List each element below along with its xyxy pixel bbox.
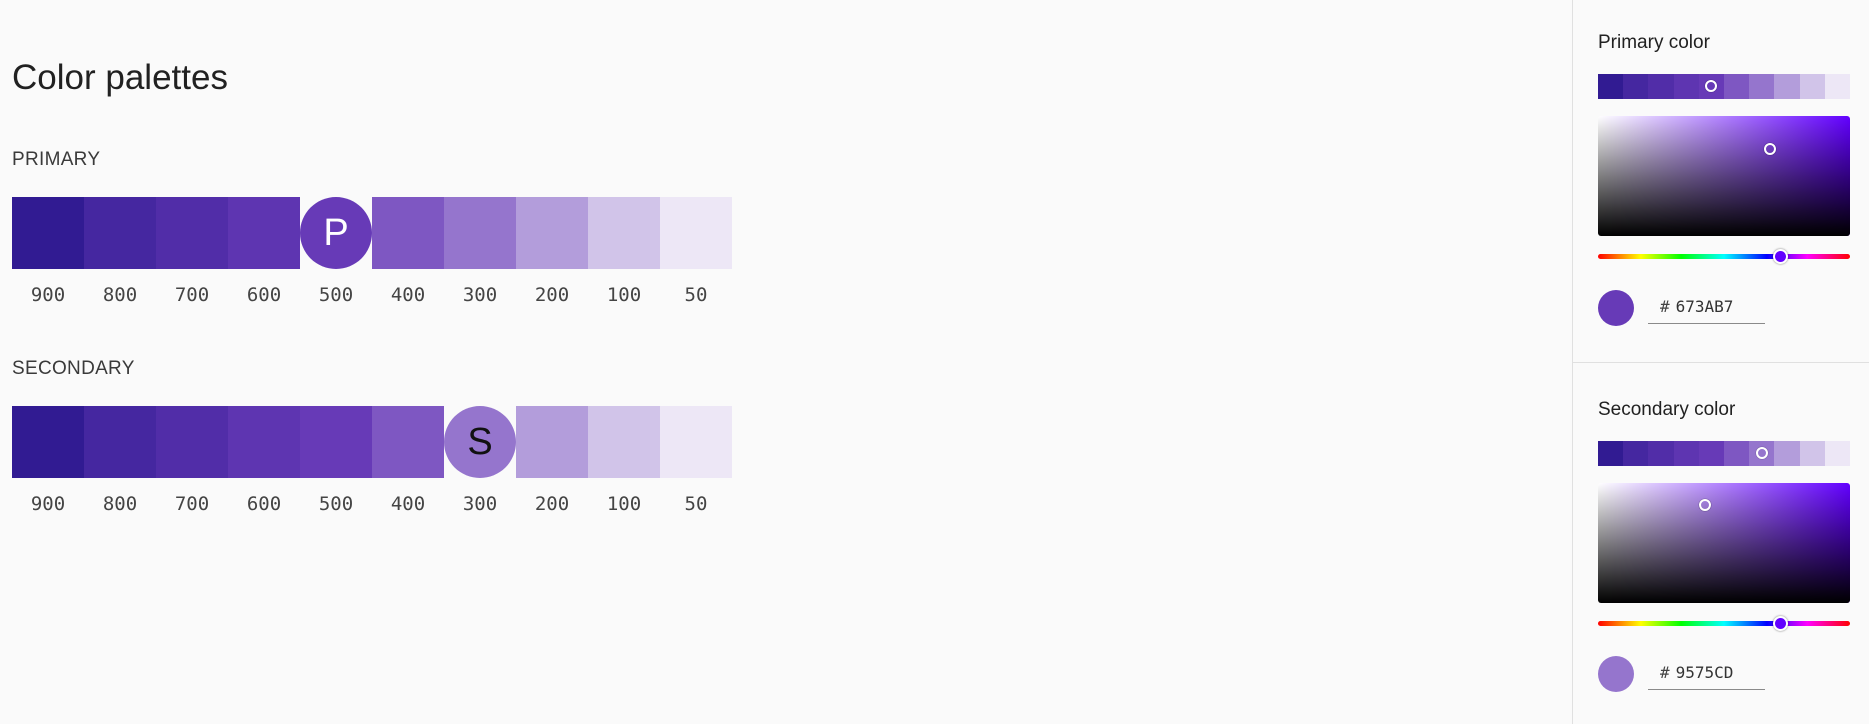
primary-shade-strip[interactable] [1598, 74, 1850, 99]
primary-swatch-200[interactable] [516, 197, 588, 269]
secondary-sv-handle[interactable] [1699, 499, 1711, 511]
secondary-tone-label-200: 200 [534, 493, 570, 515]
secondary-tone-label-800: 800 [102, 493, 138, 515]
primary-swatch-900[interactable] [12, 197, 84, 269]
primary-marker-letter: P [323, 211, 349, 254]
secondary-swatch-500[interactable] [300, 406, 372, 478]
secondary-swatch-100[interactable] [588, 406, 660, 478]
secondary-strip-cell-800[interactable] [1623, 441, 1649, 466]
secondary-hex-value: 9575CD [1675, 663, 1734, 682]
primary-strip-cell-500[interactable] [1698, 74, 1724, 99]
color-picker-panel: Primary color # 673AB7 Secondary color # [1572, 0, 1869, 724]
secondary-tone-label-900: 900 [30, 493, 66, 515]
hash-symbol: # [1660, 663, 1670, 682]
secondary-saturation-value-box[interactable] [1598, 483, 1850, 603]
secondary-section-label: SECONDARY [12, 358, 135, 379]
primary-color-preview [1598, 290, 1634, 326]
hash-symbol: # [1660, 297, 1670, 316]
primary-hex-input[interactable]: # 673AB7 [1648, 290, 1765, 324]
primary-saturation-value-box[interactable] [1598, 116, 1850, 236]
primary-sv-handle[interactable] [1764, 143, 1776, 155]
secondary-strip-cell-50[interactable] [1824, 441, 1850, 466]
secondary-tone-labels: 900 800 700 600 500 400 300 200 100 50 [12, 493, 732, 515]
primary-strip-cell-50[interactable] [1824, 74, 1850, 99]
secondary-strip-cell-300[interactable] [1749, 441, 1775, 466]
secondary-strip-cell-700[interactable] [1648, 441, 1674, 466]
secondary-strip-cell-100[interactable] [1799, 441, 1825, 466]
secondary-tone-label-600: 600 [246, 493, 282, 515]
primary-tone-label-300: 300 [462, 284, 498, 306]
secondary-hue-slider[interactable] [1598, 616, 1850, 631]
primary-tone-label-50: 50 [684, 284, 708, 306]
primary-swatch-300[interactable] [444, 197, 516, 269]
primary-swatch-400[interactable] [372, 197, 444, 269]
secondary-strip-cell-500[interactable] [1698, 441, 1724, 466]
primary-swatch-100[interactable] [588, 197, 660, 269]
primary-swatch-500[interactable]: P [300, 197, 372, 269]
primary-picker-title: Primary color [1598, 32, 1710, 53]
primary-tone-label-500: 500 [318, 284, 354, 306]
secondary-hex-input[interactable]: # 9575CD [1648, 656, 1765, 690]
secondary-tone-label-50: 50 [684, 493, 708, 515]
secondary-strip-cell-400[interactable] [1723, 441, 1750, 466]
primary-tone-label-400: 400 [390, 284, 426, 306]
secondary-tone-label-500: 500 [318, 493, 354, 515]
primary-strip-cell-800[interactable] [1623, 74, 1649, 99]
secondary-tone-label-300: 300 [462, 493, 498, 515]
secondary-tone-label-700: 700 [174, 493, 210, 515]
secondary-swatch-600[interactable] [228, 406, 300, 478]
primary-tone-label-200: 200 [534, 284, 570, 306]
secondary-swatch-900[interactable] [12, 406, 84, 478]
secondary-swatch-400[interactable] [372, 406, 444, 478]
primary-swatch-row: P [12, 197, 732, 269]
secondary-tone-label-100: 100 [606, 493, 642, 515]
primary-tone-label-100: 100 [606, 284, 642, 306]
secondary-swatch-50[interactable] [660, 406, 732, 478]
primary-section-label: PRIMARY [12, 149, 101, 170]
primary-strip-cell-100[interactable] [1799, 74, 1825, 99]
secondary-marker-letter: S [467, 420, 493, 463]
secondary-swatch-700[interactable] [156, 406, 228, 478]
secondary-strip-cell-200[interactable] [1774, 441, 1800, 466]
primary-swatch-700[interactable] [156, 197, 228, 269]
primary-strip-cell-300[interactable] [1749, 74, 1775, 99]
secondary-strip-cell-900[interactable] [1598, 441, 1624, 466]
secondary-swatch-300[interactable]: S [444, 406, 516, 478]
primary-swatch-600[interactable] [228, 197, 300, 269]
secondary-color-preview [1598, 656, 1634, 692]
primary-strip-selected-dot [1705, 80, 1718, 92]
panel-divider [1573, 362, 1869, 363]
secondary-swatch-800[interactable] [84, 406, 156, 478]
secondary-tone-label-400: 400 [390, 493, 426, 515]
primary-swatch-50[interactable] [660, 197, 732, 269]
primary-hex-value: 673AB7 [1675, 297, 1734, 316]
primary-tone-label-900: 900 [30, 284, 66, 306]
primary-swatch-800[interactable] [84, 197, 156, 269]
secondary-hue-thumb[interactable] [1773, 616, 1788, 631]
primary-hue-thumb[interactable] [1773, 249, 1788, 264]
primary-strip-cell-200[interactable] [1774, 74, 1800, 99]
primary-tone-label-800: 800 [102, 284, 138, 306]
primary-strip-cell-700[interactable] [1648, 74, 1674, 99]
primary-strip-cell-900[interactable] [1598, 74, 1624, 99]
secondary-strip-cell-600[interactable] [1673, 441, 1699, 466]
primary-tone-label-600: 600 [246, 284, 282, 306]
page-title: Color palettes [12, 58, 228, 97]
secondary-swatch-row: S [12, 406, 732, 478]
primary-hue-slider[interactable] [1598, 249, 1850, 264]
primary-strip-cell-600[interactable] [1673, 74, 1699, 99]
primary-tone-label-700: 700 [174, 284, 210, 306]
secondary-picker-title: Secondary color [1598, 399, 1736, 420]
secondary-swatch-200[interactable] [516, 406, 588, 478]
main-content: Color palettes PRIMARY P 900 800 700 600 500… [0, 0, 1572, 724]
secondary-strip-selected-dot [1755, 447, 1768, 459]
primary-tone-labels: 900 800 700 600 500 400 300 200 100 50 [12, 284, 732, 306]
secondary-shade-strip[interactable] [1598, 441, 1850, 466]
primary-strip-cell-400[interactable] [1723, 74, 1750, 99]
